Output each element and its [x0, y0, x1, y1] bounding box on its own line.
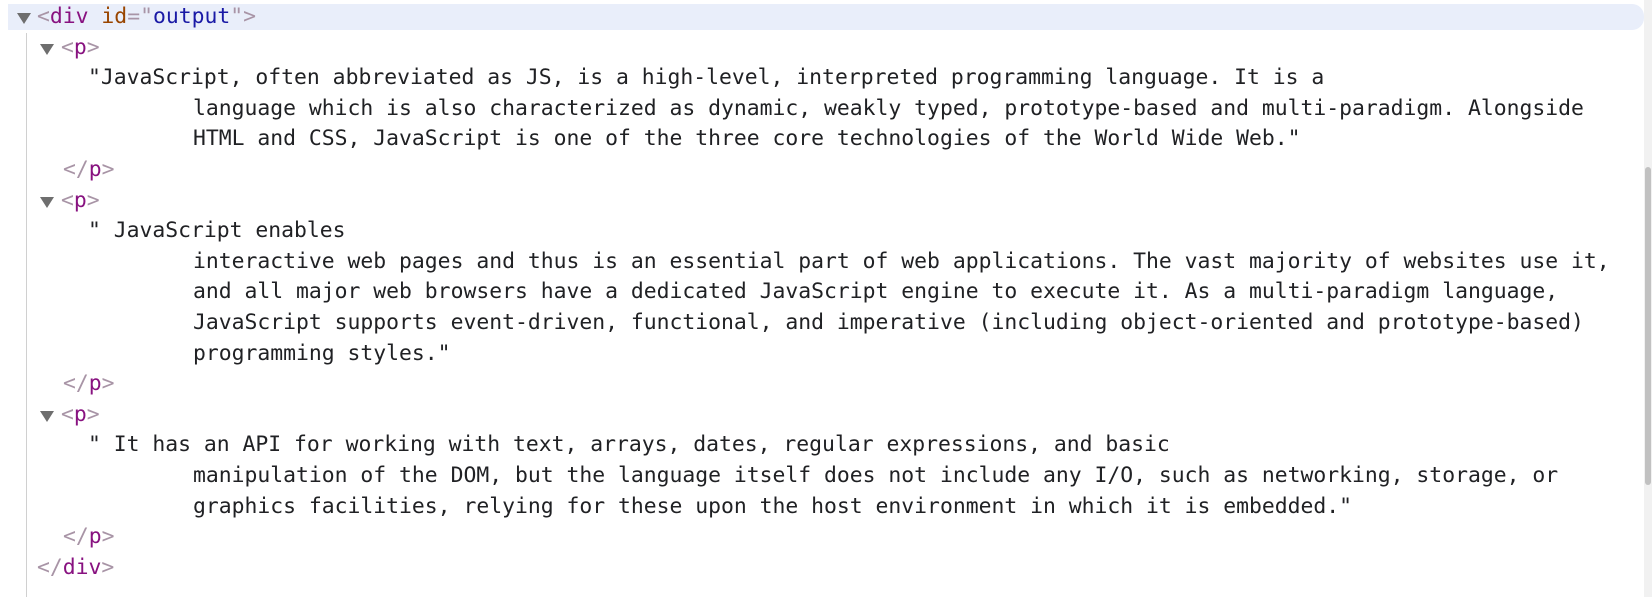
- bracket: </: [63, 157, 89, 182]
- bracket: >: [101, 157, 115, 182]
- text-node-line[interactable]: JavaScript supports event-driven, functi…: [193, 308, 1584, 338]
- bracket: <: [61, 34, 74, 60]
- node-p-close[interactable]: </p>: [63, 522, 115, 552]
- tag-name: p: [88, 524, 102, 550]
- node-div-close[interactable]: </div>: [37, 553, 114, 583]
- node-div-open[interactable]: <div id="output">: [37, 2, 256, 32]
- attr-name: id: [101, 4, 128, 29]
- scrollbar[interactable]: [1644, 0, 1652, 597]
- node-p-close[interactable]: </p>: [63, 369, 115, 399]
- text-node-line[interactable]: " JavaScript enables: [88, 216, 346, 246]
- node-p-open[interactable]: <p>: [61, 400, 100, 430]
- node-p-close[interactable]: </p>: [63, 155, 115, 185]
- text-node-line[interactable]: programming styles.": [193, 339, 451, 369]
- bracket: =": [127, 4, 153, 29]
- expand-triangle-icon[interactable]: [40, 196, 54, 208]
- tag-name: p: [88, 157, 102, 182]
- text-node-line[interactable]: " It has an API for working with text, a…: [88, 430, 1170, 460]
- bracket: <: [61, 401, 74, 427]
- tag-name: p: [73, 401, 87, 427]
- bracket: >: [86, 401, 100, 427]
- text-node-line[interactable]: graphics facilities, relying for these u…: [193, 492, 1352, 522]
- bracket: >: [101, 554, 115, 580]
- bracket: </: [37, 554, 63, 580]
- attr-value: output: [152, 4, 231, 29]
- node-p-open[interactable]: <p>: [61, 186, 100, 216]
- tag-name: p: [73, 187, 87, 213]
- text-node-line[interactable]: "JavaScript, often abbreviated as JS, is…: [88, 63, 1324, 93]
- bracket: <: [61, 187, 74, 213]
- node-p-open[interactable]: <p>: [61, 33, 100, 63]
- text-node-line[interactable]: manipulation of the DOM, but the languag…: [193, 461, 1558, 491]
- tag-name: div: [62, 554, 102, 580]
- bracket: >: [101, 371, 115, 397]
- text-node-line[interactable]: interactive web pages and thus is an ess…: [193, 247, 1610, 277]
- expand-triangle-icon[interactable]: [40, 410, 54, 422]
- tag-name: p: [73, 34, 87, 60]
- bracket: >: [86, 187, 100, 213]
- text-node-line[interactable]: HTML and CSS, JavaScript is one of the t…: [193, 124, 1301, 154]
- bracket: ">: [230, 4, 256, 29]
- indent-guide: [26, 33, 27, 597]
- expand-triangle-icon[interactable]: [17, 13, 31, 24]
- tag-name: div: [49, 4, 89, 29]
- bracket: <: [37, 4, 50, 29]
- bracket: >: [101, 524, 115, 550]
- tag-name: p: [88, 371, 102, 397]
- scrollbar-thumb[interactable]: [1645, 167, 1651, 485]
- bracket: >: [86, 34, 100, 60]
- bracket: </: [63, 524, 89, 550]
- text-node-line[interactable]: language which is also characterized as …: [193, 94, 1584, 124]
- text-node-line[interactable]: and all major web browsers have a dedica…: [193, 277, 1558, 307]
- bracket: </: [63, 371, 89, 397]
- expand-triangle-icon[interactable]: [40, 43, 54, 55]
